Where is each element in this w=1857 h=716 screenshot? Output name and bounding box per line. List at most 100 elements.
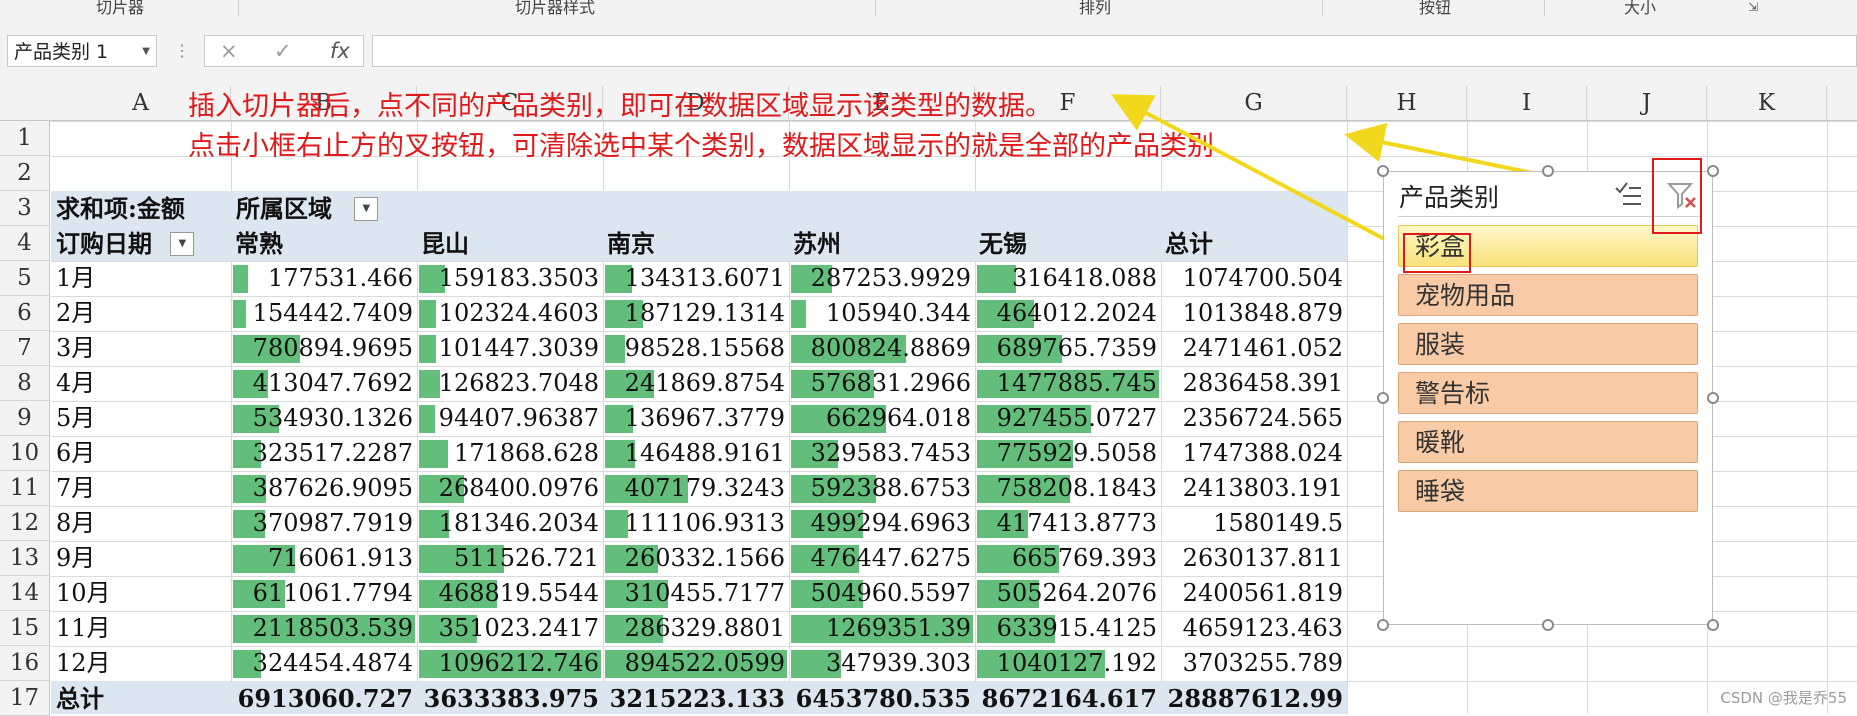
pivot-value-cell[interactable]: 287253.9929 bbox=[789, 261, 975, 296]
pivot-value-cell[interactable]: 351023.2417 bbox=[417, 611, 603, 646]
pivot-value-text: 662964.018 bbox=[825, 404, 971, 432]
slicer-item[interactable]: 服装 bbox=[1398, 323, 1698, 365]
pivot-value-cell[interactable]: 894522.0599 bbox=[603, 646, 789, 681]
pivot-value-cell[interactable]: 286329.8801 bbox=[603, 611, 789, 646]
pivot-value-cell[interactable]: 927455.0727 bbox=[975, 401, 1161, 436]
pivot-value-text: 534930.1326 bbox=[252, 404, 413, 432]
pivot-value-text: 94407.96387 bbox=[438, 404, 599, 432]
pivot-value-cell[interactable]: 187129.1314 bbox=[603, 296, 789, 331]
pivot-value-cell[interactable]: 1477885.745 bbox=[975, 366, 1161, 401]
pivot-value-cell[interactable]: 775929.5058 bbox=[975, 436, 1161, 471]
pivot-value-cell[interactable]: 181346.2034 bbox=[417, 506, 603, 541]
pivot-value-cell[interactable]: 94407.96387 bbox=[417, 401, 603, 436]
pivot-value-cell[interactable]: 633915.4125 bbox=[975, 611, 1161, 646]
pivot-value-cell[interactable]: 111106.9313 bbox=[603, 506, 789, 541]
pivot-value-cell[interactable]: 1013848.879 bbox=[1161, 296, 1347, 331]
pivot-value-cell[interactable]: 611061.7794 bbox=[231, 576, 417, 611]
pivot-value-text: 324454.4874 bbox=[252, 649, 413, 677]
pivot-value-cell[interactable]: 534930.1326 bbox=[231, 401, 417, 436]
pivot-value-text: 187129.1314 bbox=[624, 299, 785, 327]
slicer-title: 产品类别 bbox=[1399, 183, 1500, 212]
pivot-value-text: 370987.7919 bbox=[252, 509, 413, 537]
pivot-value-cell[interactable]: 3703255.789 bbox=[1161, 646, 1347, 681]
pivot-value-text: 351023.2417 bbox=[438, 614, 599, 642]
pivot-value-cell[interactable]: 476447.6275 bbox=[789, 541, 975, 576]
multi-select-icon[interactable] bbox=[1613, 180, 1643, 210]
pivot-value-cell[interactable]: 136967.3779 bbox=[603, 401, 789, 436]
pivot-value-cell[interactable]: 800824.8869 bbox=[789, 331, 975, 366]
pivot-value-cell[interactable]: 101447.3039 bbox=[417, 331, 603, 366]
pivot-value-text: 1580149.5 bbox=[1213, 509, 1343, 537]
pivot-value-cell[interactable]: 241869.8754 bbox=[603, 366, 789, 401]
pivot-value-text: 476447.6275 bbox=[810, 544, 971, 572]
pivot-value-cell[interactable]: 1747388.024 bbox=[1161, 436, 1347, 471]
pivot-value-text: 499294.6963 bbox=[810, 509, 971, 537]
pivot-value-cell[interactable]: 2836458.391 bbox=[1161, 366, 1347, 401]
pivot-value-cell[interactable]: 323517.2287 bbox=[231, 436, 417, 471]
pivot-value-cell[interactable]: 780894.9695 bbox=[231, 331, 417, 366]
pivot-value-text: 241869.8754 bbox=[624, 369, 785, 397]
pivot-value-text: 1747388.024 bbox=[1182, 439, 1343, 467]
pivot-value-text: 468819.5544 bbox=[438, 579, 599, 607]
pivot-value-text: 464012.2024 bbox=[996, 299, 1157, 327]
pivot-value-cell[interactable]: 1040127.192 bbox=[975, 646, 1161, 681]
slicer-item[interactable]: 睡袋 bbox=[1398, 470, 1698, 512]
pivot-value-text: 1074700.504 bbox=[1182, 264, 1343, 292]
pivot-value-cell[interactable]: 268400.0976 bbox=[417, 471, 603, 506]
pivot-value-cell[interactable]: 592388.6753 bbox=[789, 471, 975, 506]
pivot-value-text: 287253.9929 bbox=[810, 264, 971, 292]
pivot-value-cell[interactable]: 499294.6963 bbox=[789, 506, 975, 541]
pivot-value-cell[interactable]: 154442.7409 bbox=[231, 296, 417, 331]
pivot-value-cell[interactable]: 2630137.811 bbox=[1161, 541, 1347, 576]
pivot-value-text: 505264.2076 bbox=[996, 579, 1157, 607]
pivot-value-cell[interactable]: 2356724.565 bbox=[1161, 401, 1347, 436]
clear-filter-highlight bbox=[1652, 158, 1702, 234]
pivot-value-cell[interactable]: 758208.1843 bbox=[975, 471, 1161, 506]
pivot-value-cell[interactable]: 2400561.819 bbox=[1161, 576, 1347, 611]
pivot-value-text: 387626.9095 bbox=[252, 474, 413, 502]
pivot-value-cell[interactable]: 505264.2076 bbox=[975, 576, 1161, 611]
pivot-value-cell[interactable]: 387626.9095 bbox=[231, 471, 417, 506]
pivot-value-text: 576831.2966 bbox=[810, 369, 971, 397]
slicer-item[interactable]: 暖靴 bbox=[1398, 421, 1698, 463]
pivot-value-cell[interactable]: 260332.1566 bbox=[603, 541, 789, 576]
pivot-value-text: 323517.2287 bbox=[252, 439, 413, 467]
pivot-value-text: 126823.7048 bbox=[438, 369, 599, 397]
pivot-value-cell[interactable]: 464012.2024 bbox=[975, 296, 1161, 331]
pivot-value-cell[interactable]: 2471461.052 bbox=[1161, 331, 1347, 366]
pivot-value-cell[interactable]: 407179.3243 bbox=[603, 471, 789, 506]
pivot-value-text: 105940.344 bbox=[825, 299, 971, 327]
pivot-value-text: 159183.3503 bbox=[438, 264, 599, 292]
pivot-value-cell[interactable]: 468819.5544 bbox=[417, 576, 603, 611]
pivot-value-cell[interactable]: 576831.2966 bbox=[789, 366, 975, 401]
pivot-value-cell[interactable]: 310455.7177 bbox=[603, 576, 789, 611]
pivot-value-text: 800824.8869 bbox=[810, 334, 971, 362]
selected-item-highlight bbox=[1403, 233, 1471, 273]
pivot-value-cell[interactable]: 102324.4603 bbox=[417, 296, 603, 331]
pivot-value-cell[interactable]: 417413.8773 bbox=[975, 506, 1161, 541]
pivot-value-text: 2836458.391 bbox=[1182, 369, 1343, 397]
pivot-value-cell[interactable]: 159183.3503 bbox=[417, 261, 603, 296]
pivot-value-cell[interactable]: 98528.15568 bbox=[603, 331, 789, 366]
pivot-value-cell[interactable]: 689765.7359 bbox=[975, 331, 1161, 366]
pivot-value-cell[interactable]: 413047.7692 bbox=[231, 366, 417, 401]
pivot-value-text: 775929.5058 bbox=[996, 439, 1157, 467]
pivot-value-text: 2471461.052 bbox=[1182, 334, 1343, 362]
slicer-item[interactable]: 警告标 bbox=[1398, 372, 1698, 414]
pivot-value-cell[interactable]: 2413803.191 bbox=[1161, 471, 1347, 506]
pivot-value-cell[interactable]: 504960.5597 bbox=[789, 576, 975, 611]
pivot-value-text: 316418.088 bbox=[1011, 264, 1157, 292]
pivot-value-text: 633915.4125 bbox=[996, 614, 1157, 642]
pivot-value-cell[interactable]: 146488.9161 bbox=[603, 436, 789, 471]
pivot-value-cell[interactable]: 324454.4874 bbox=[231, 646, 417, 681]
pivot-value-text: 2413803.191 bbox=[1182, 474, 1343, 502]
pivot-value-cell[interactable]: 4659123.463 bbox=[1161, 611, 1347, 646]
pivot-value-cell[interactable]: 1074700.504 bbox=[1161, 261, 1347, 296]
slicer-item[interactable]: 宠物用品 bbox=[1398, 274, 1698, 316]
pivot-value-cell[interactable]: 329583.7453 bbox=[789, 436, 975, 471]
pivot-value-cell[interactable]: 134313.6071 bbox=[603, 261, 789, 296]
pivot-value-cell[interactable]: 126823.7048 bbox=[417, 366, 603, 401]
pivot-value-cell[interactable]: 370987.7919 bbox=[231, 506, 417, 541]
pivot-value-cell[interactable]: 2118503.539 bbox=[231, 611, 417, 646]
pivot-value-cell[interactable]: 1096212.746 bbox=[417, 646, 603, 681]
